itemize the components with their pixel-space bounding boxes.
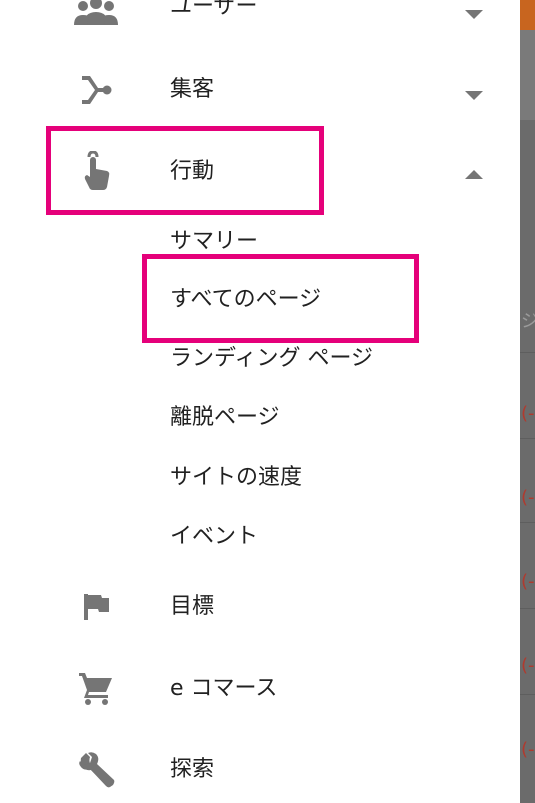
nav-item-users[interactable]: ユーザー [0,0,520,40]
nav-item-label: 集客 [170,77,215,102]
subnav-item-site-speed[interactable]: サイトの速度 [170,463,302,493]
background-fragment: ジ( [521,311,535,332]
background-overlay [520,0,535,803]
wrench-icon [72,745,120,793]
cart-icon [72,664,120,712]
background-fragment: (-8 [521,571,535,592]
background-header-strip [520,0,535,30]
background-fragment: (-7 [521,655,535,676]
nav-item-ecommerce[interactable]: e コマース [0,658,520,718]
people-icon [72,0,120,34]
background-divider [520,694,535,695]
nav-item-explore[interactable]: 探索 [0,739,520,799]
chevron-down-icon[interactable] [464,86,484,100]
touch-icon [72,147,120,195]
chevron-up-icon[interactable] [464,166,484,179]
nav-item-behavior[interactable]: 行動 [0,141,520,201]
subnav-item-summary[interactable]: サマリー [170,227,258,257]
nav-item-label: 行動 [170,159,215,184]
background-divider [520,352,535,353]
background-divider [520,608,535,609]
page: ジ( (-8 (-8 (-8 (-7 (-8 ユーザー [0,0,535,803]
background-fragment: (-8 [521,487,535,508]
nav-item-label: e コマース [170,676,278,701]
background-fragment: (-8 [521,403,535,424]
background-fragment: (-8 [521,739,535,760]
nav-item-label: 探索 [170,757,215,782]
subnav-item-exit-pages[interactable]: 離脱ページ [170,403,280,433]
sidebar-nav: ユーザー 集客 行動 サマリー すべてのページ ランディング ページ 離脱ページ… [0,0,520,803]
flag-icon [72,583,120,631]
background-band [520,30,535,120]
nav-item-label: 目標 [170,594,215,619]
chevron-down-icon[interactable] [464,5,484,19]
acquisition-icon [72,66,120,114]
nav-item-label: ユーザー [170,0,258,19]
background-divider [520,438,535,439]
subnav-item-events[interactable]: イベント [170,522,258,552]
background-divider [520,522,535,523]
nav-item-acquisition[interactable]: 集客 [0,60,520,120]
subnav-item-all-pages[interactable]: すべてのページ [170,285,321,315]
subnav-item-landing-pages[interactable]: ランディング ページ [170,344,373,374]
nav-item-goals[interactable]: 目標 [0,577,520,637]
